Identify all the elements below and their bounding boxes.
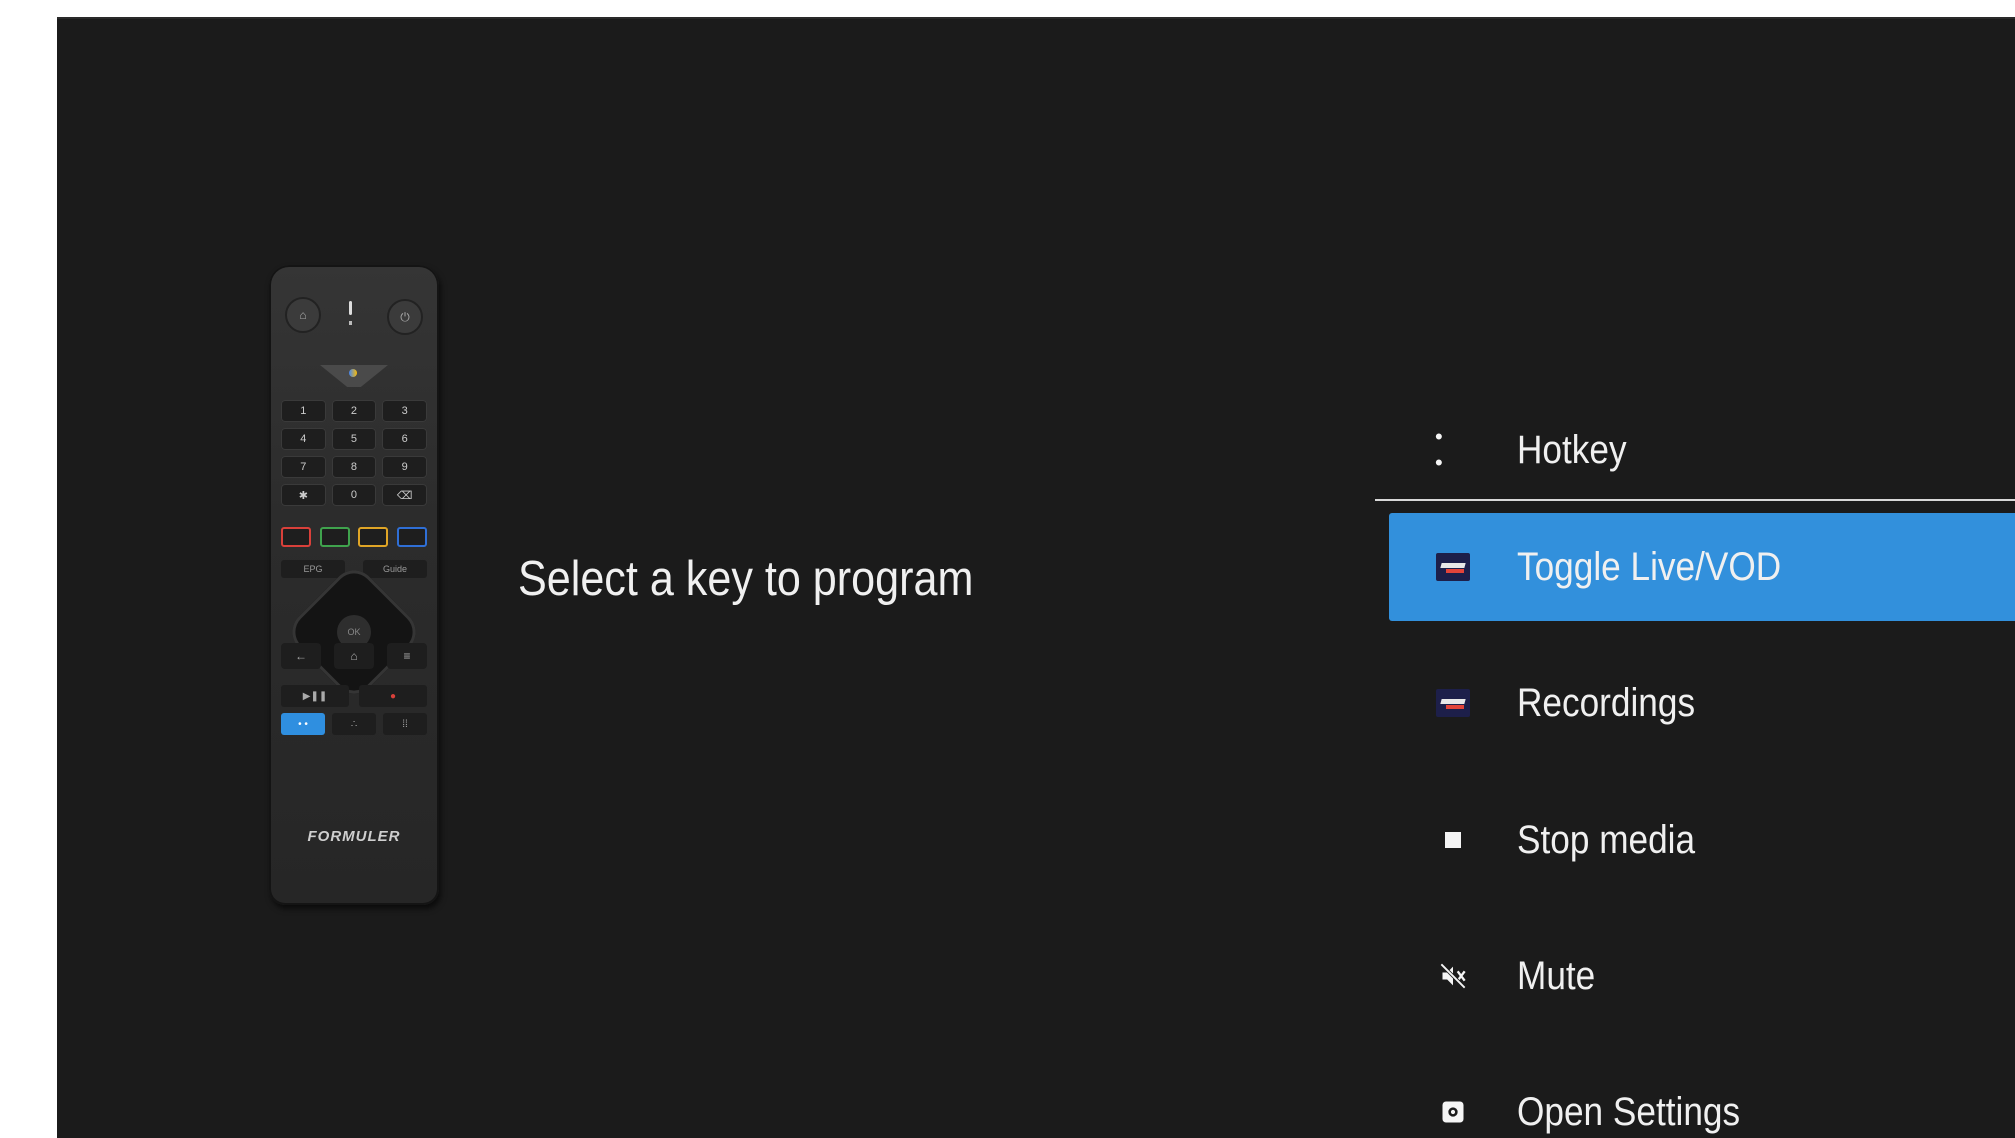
menu-item-mute[interactable]: Mute xyxy=(1375,922,2015,1030)
menu-item-toggle-live-vod[interactable]: Toggle Live/VOD xyxy=(1389,513,2015,621)
remote-input-button: ⌂ xyxy=(285,297,321,333)
remote-power-button: ⏻ xyxy=(387,299,423,335)
remote-hotkey-row: • • ∴ ⁞⁞ xyxy=(281,713,427,735)
remote-epg-button: EPG xyxy=(281,560,345,578)
app-logo-icon xyxy=(1435,549,1471,585)
remote-key: ✱ xyxy=(281,484,326,506)
hotkey-action-list: • • Hotkey Toggle Live/VOD Recordings St… xyxy=(1375,17,2015,1138)
red-button xyxy=(281,527,311,547)
yellow-button xyxy=(358,527,389,547)
menu-item-label: Recordings xyxy=(1517,680,1696,725)
menu-item-label: Mute xyxy=(1517,953,1596,998)
menu-item-label: Toggle Live/VOD xyxy=(1517,544,1782,589)
remote-key: 6 xyxy=(382,428,427,450)
green-button xyxy=(319,527,350,547)
blue-button xyxy=(396,527,427,547)
settings-icon xyxy=(1435,1094,1471,1130)
remote-key: 9 xyxy=(382,456,427,478)
record-icon: ● xyxy=(359,685,427,707)
remote-key: 8 xyxy=(331,456,377,478)
remote-key: 2 xyxy=(331,400,377,422)
remote-navpad: EPG Guide OK xyxy=(281,560,427,703)
dots-icon: • • xyxy=(1435,424,1451,475)
remote-guide-button: Guide xyxy=(363,560,427,578)
remote-key: ⌫ xyxy=(382,484,427,506)
assistant-icon xyxy=(349,369,357,377)
menu-item-recordings[interactable]: Recordings xyxy=(1375,649,2015,757)
remote-key: 4 xyxy=(281,428,326,450)
remote-key: 3 xyxy=(382,400,427,422)
remote-key: 1 xyxy=(281,400,326,422)
menu-icon: ≡ xyxy=(387,643,427,669)
home-icon: ⌂ xyxy=(334,643,374,669)
remote-led-dot xyxy=(349,321,352,325)
remote-nav-bottom: ← ⌂ ≡ xyxy=(281,643,427,669)
hotkey-button: • • xyxy=(281,713,325,735)
mute-icon xyxy=(1435,958,1471,994)
remote-key: 7 xyxy=(281,456,326,478)
remote-key: 5 xyxy=(331,428,377,450)
menu-item-label: Open Settings xyxy=(1517,1089,1741,1134)
menu-item-open-settings[interactable]: Open Settings xyxy=(1375,1058,2015,1138)
remote-top: ⌂ ⏻ xyxy=(281,275,427,365)
divider xyxy=(1375,499,2015,501)
app-logo-icon xyxy=(1435,685,1471,721)
menu-item-label: Hotkey xyxy=(1517,427,1627,472)
menu-item-label: Stop media xyxy=(1517,817,1696,862)
page-title: Select a key to program xyxy=(518,552,974,606)
remote-keypad: 1 2 3 4 5 6 7 8 9 ✱ 0 ⌫ xyxy=(281,400,427,506)
grid-icon: ⁞⁞ xyxy=(383,713,427,735)
menu-item-hotkey[interactable]: • • Hotkey xyxy=(1375,396,2015,504)
remote-image: ⌂ ⏻ 1 2 3 4 5 6 7 8 9 ✱ 0 ⌫ EPG Guide OK… xyxy=(269,265,439,905)
stop-icon xyxy=(1435,822,1471,858)
back-icon: ← xyxy=(281,643,321,669)
menu-item-stop-media[interactable]: Stop media xyxy=(1375,786,2015,894)
play-pause-icon: ▶❚❚ xyxy=(281,685,349,707)
remote-brand-logo: FORMULER xyxy=(307,828,401,845)
dots-icon: ∴ xyxy=(332,713,376,735)
remote-led xyxy=(349,301,352,315)
remote-media-row: ▶❚❚ ● xyxy=(281,685,427,707)
remote-key: 0 xyxy=(331,484,377,506)
screen: ⌂ ⏻ 1 2 3 4 5 6 7 8 9 ✱ 0 ⌫ EPG Guide OK… xyxy=(57,17,2015,1138)
remote-color-buttons xyxy=(281,527,427,547)
